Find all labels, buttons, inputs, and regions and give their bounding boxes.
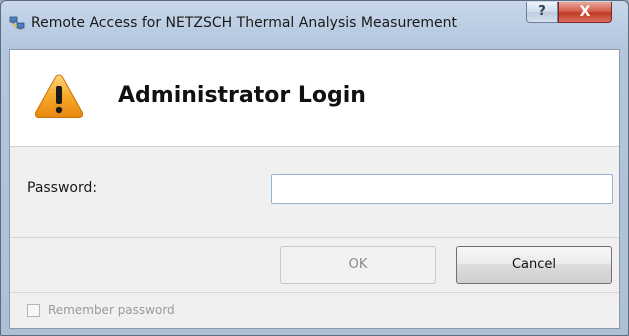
close-icon: X — [579, 4, 591, 20]
page-title: Administrator Login — [118, 83, 366, 108]
warning-icon — [34, 74, 84, 118]
network-computers-icon — [9, 16, 25, 30]
close-button[interactable]: X — [558, 2, 612, 23]
cancel-button[interactable]: Cancel — [456, 246, 612, 284]
password-field[interactable] — [271, 174, 613, 204]
password-label: Password: — [27, 180, 98, 196]
window-title: Remote Access for NETZSCH Thermal Analys… — [31, 15, 457, 31]
dialog-footer: Remember password — [10, 293, 619, 328]
dialog-client-area: Administrator Login Password: OK Cancel … — [9, 49, 620, 329]
help-button[interactable]: ? — [526, 2, 558, 23]
login-form: Password: — [10, 147, 619, 238]
title-bar[interactable]: Remote Access for NETZSCH Thermal Analys… — [1, 1, 628, 49]
remember-password-label: Remember password — [48, 303, 175, 317]
button-bar: OK Cancel — [10, 238, 619, 293]
login-dialog-window: Remote Access for NETZSCH Thermal Analys… — [0, 0, 629, 336]
ok-button[interactable]: OK — [280, 246, 436, 284]
remember-password-checkbox[interactable] — [27, 304, 40, 317]
dialog-header: Administrator Login — [10, 50, 619, 147]
